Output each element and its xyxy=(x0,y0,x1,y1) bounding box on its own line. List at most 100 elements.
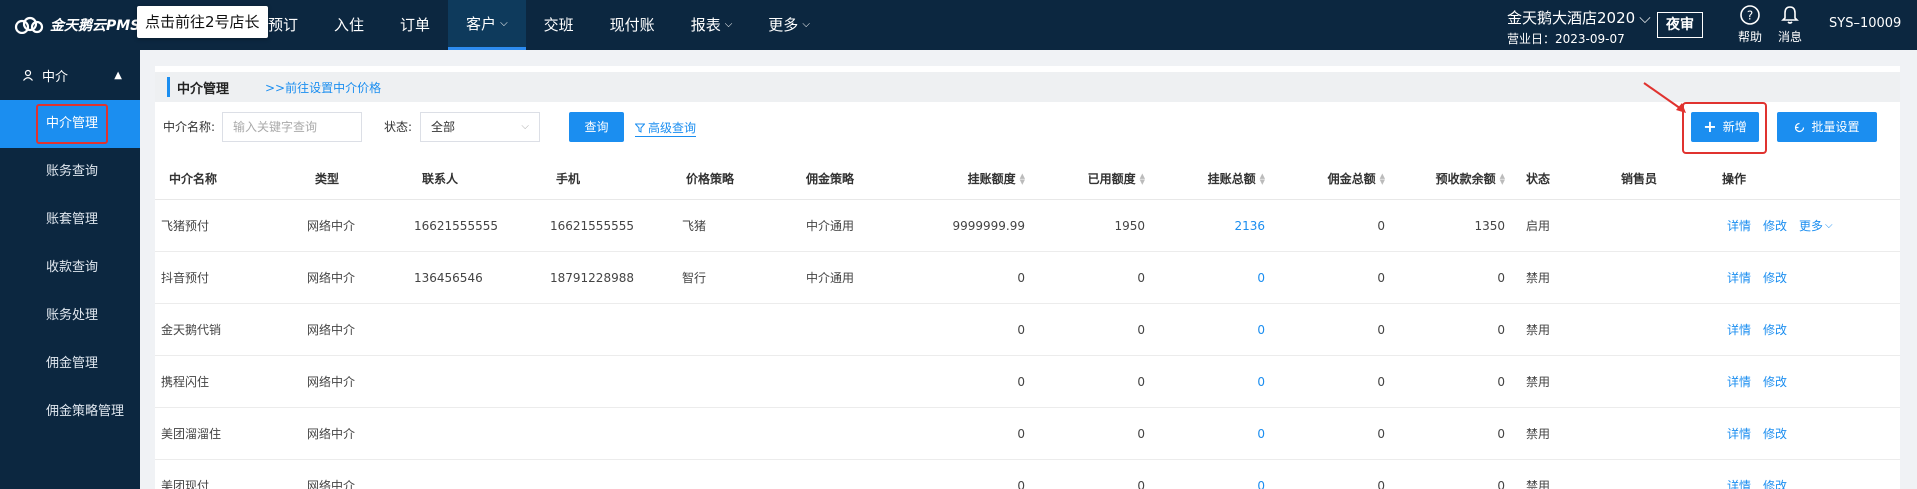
sidebar-item-4[interactable]: 账务处理 xyxy=(0,292,140,340)
main-nav: 预订 入住 订单 客户 ⌵ 交班 现付账 报表 ⌵ 更多 ⌵ xyxy=(250,0,828,50)
table-cell: 0 xyxy=(1497,374,1505,389)
price-settings-link[interactable]: >>前往设置中介价格 xyxy=(265,79,381,96)
edit-link[interactable]: 修改 xyxy=(1763,321,1787,338)
column-header[interactable]: 挂账额度 ▲ ▼ xyxy=(915,158,1025,199)
edit-link[interactable]: 修改 xyxy=(1763,217,1787,234)
table-cell xyxy=(806,356,906,407)
table-cell: 飞猪 xyxy=(682,219,707,233)
sidebar-item-5[interactable]: 佣金管理 xyxy=(0,340,140,388)
nav-item-4[interactable]: 交班 xyxy=(526,0,592,50)
table-cell[interactable]: 0 xyxy=(1155,460,1265,489)
detail-link[interactable]: 详情 xyxy=(1727,425,1751,442)
table-cell: 0 xyxy=(1017,426,1025,441)
column-header: 销售员 xyxy=(1621,158,1701,199)
nav-item-label: 更多 xyxy=(768,16,799,34)
batch-settings-button[interactable]: 批量设置 xyxy=(1777,112,1877,142)
hotel-name: 金天鹅大酒店2020 xyxy=(1507,9,1636,27)
app-logo[interactable]: 金天鹅云PMS xyxy=(14,14,140,36)
column-header[interactable]: 预收款余额 ▲ ▼ xyxy=(1395,158,1505,199)
table-cell[interactable]: 2136 xyxy=(1155,200,1265,251)
table-cell: 1950 xyxy=(1114,218,1145,233)
table-cell: 网络中介 xyxy=(307,479,356,489)
table-cell: 136456546 xyxy=(414,270,483,285)
sidebar-item-0[interactable]: 中介管理 xyxy=(0,100,140,148)
detail-link[interactable]: 详情 xyxy=(1727,217,1751,234)
nav-item-5[interactable]: 现付账 xyxy=(592,0,673,50)
sidebar-item-1[interactable]: 账务查询 xyxy=(0,148,140,196)
table-cell: 0 xyxy=(1377,270,1385,285)
detail-link[interactable]: 详情 xyxy=(1727,269,1751,286)
sort-icon[interactable]: ▲ ▼ xyxy=(1140,172,1145,185)
sort-icon[interactable]: ▲ ▼ xyxy=(1380,172,1385,185)
row-actions: 详情 修改 更多 ⌵ xyxy=(1727,200,1897,251)
user-name: SYS–10009 xyxy=(1829,16,1902,31)
night-audit-button[interactable]: 夜审 xyxy=(1657,12,1703,38)
sidebar-section-label: 中介 xyxy=(42,69,69,85)
column-header: 操作 xyxy=(1722,158,1892,199)
table-cell: 金天鹅代销 xyxy=(161,323,222,337)
column-header: 状态 xyxy=(1526,158,1586,199)
column-header[interactable]: 挂账总额 ▲ ▼ xyxy=(1155,158,1265,199)
user-menu[interactable]: SYS–10009 xyxy=(1829,16,1901,31)
plus-icon: + xyxy=(1703,117,1717,136)
nav-item-3[interactable]: 客户 ⌵ xyxy=(448,0,526,50)
sidebar-item-label: 佣金策略管理 xyxy=(46,404,125,419)
help-button[interactable]: ? 帮助 xyxy=(1732,4,1768,45)
query-button[interactable]: 查询 xyxy=(569,112,624,142)
nav-item-label: 预订 xyxy=(268,16,299,34)
advanced-query-label: 高级查询 xyxy=(648,121,697,135)
more-link[interactable]: 更多 xyxy=(1799,217,1823,234)
sidebar-item-label: 佣金管理 xyxy=(46,356,99,371)
column-header[interactable]: 已用额度 ▲ ▼ xyxy=(1035,158,1145,199)
agent-name-input[interactable]: 输入关键字查询 xyxy=(222,112,362,142)
edit-link[interactable]: 修改 xyxy=(1763,373,1787,390)
nav-item-7[interactable]: 更多 ⌵ xyxy=(750,0,828,50)
status-select-value: 全部 xyxy=(431,120,456,134)
sidebar-item-2[interactable]: 账套管理 xyxy=(0,196,140,244)
sort-icon[interactable]: ▲ ▼ xyxy=(1500,172,1505,185)
table-cell: 网络中介 xyxy=(307,323,356,337)
edit-link[interactable]: 修改 xyxy=(1763,477,1787,489)
nav-item-6[interactable]: 报表 ⌵ xyxy=(673,0,751,50)
table-cell xyxy=(550,304,660,355)
title-accent xyxy=(167,77,170,97)
table-cell[interactable]: 0 xyxy=(1155,304,1265,355)
nav-item-label: 客户 xyxy=(466,14,497,33)
row-actions: 详情 修改 xyxy=(1727,252,1897,303)
sidebar-item-6[interactable]: 佣金策略管理 xyxy=(0,388,140,436)
chevron-down-icon: ⌵ xyxy=(1639,8,1651,27)
sort-icon[interactable]: ▲ ▼ xyxy=(1020,172,1025,185)
sidebar-item-3[interactable]: 收款查询 xyxy=(0,244,140,292)
table-cell[interactable]: 0 xyxy=(1155,408,1265,459)
sidebar-section-agent[interactable]: 中介 ▲ xyxy=(0,50,140,100)
detail-link[interactable]: 详情 xyxy=(1727,477,1751,489)
table-cell xyxy=(1621,356,1701,407)
add-button[interactable]: + 新增 xyxy=(1691,112,1759,142)
table-row: 金天鹅代销 网络中介 0 0 0 0 0 禁用 详情 修改 xyxy=(155,304,1900,356)
advanced-query-link[interactable]: 高级查询 xyxy=(635,119,697,137)
table-cell: 0 xyxy=(1497,322,1505,337)
table-cell: 禁用 xyxy=(1526,427,1551,441)
edit-link[interactable]: 修改 xyxy=(1763,269,1787,286)
edit-link[interactable]: 修改 xyxy=(1763,425,1787,442)
table-cell: 禁用 xyxy=(1526,271,1551,285)
column-header-label: 挂账额度 xyxy=(967,172,1016,186)
agent-table: 中介名称 类型 联系人 手机 价格策略 佣金策略 挂账额度 ▲ ▼ 已用额度 ▲ ▼ 挂账总额 ▲ ▼ 佣金总… xyxy=(155,158,1900,489)
table-cell[interactable]: 0 xyxy=(1155,356,1265,407)
table-cell: 0 xyxy=(1137,322,1145,337)
table-cell[interactable]: 0 xyxy=(1155,252,1265,303)
table-cell: 禁用 xyxy=(1526,375,1551,389)
messages-button[interactable]: 消息 xyxy=(1772,4,1808,45)
status-select[interactable]: 全部 ⌵ xyxy=(420,112,540,142)
table-cell: 0 xyxy=(1497,478,1505,489)
detail-link[interactable]: 详情 xyxy=(1727,373,1751,390)
hotel-selector[interactable]: 金天鹅大酒店2020 ⌵ 营业日：2023-09-07 xyxy=(1507,7,1651,47)
table-cell xyxy=(550,460,660,489)
column-header[interactable]: 佣金总额 ▲ ▼ xyxy=(1275,158,1385,199)
detail-link[interactable]: 详情 xyxy=(1727,321,1751,338)
chevron-down-icon: ⌵ xyxy=(521,121,529,132)
column-header: 类型 xyxy=(315,158,395,199)
nav-item-1[interactable]: 入住 xyxy=(316,0,382,50)
nav-item-2[interactable]: 订单 xyxy=(382,0,448,50)
sort-icon[interactable]: ▲ ▼ xyxy=(1260,172,1265,185)
